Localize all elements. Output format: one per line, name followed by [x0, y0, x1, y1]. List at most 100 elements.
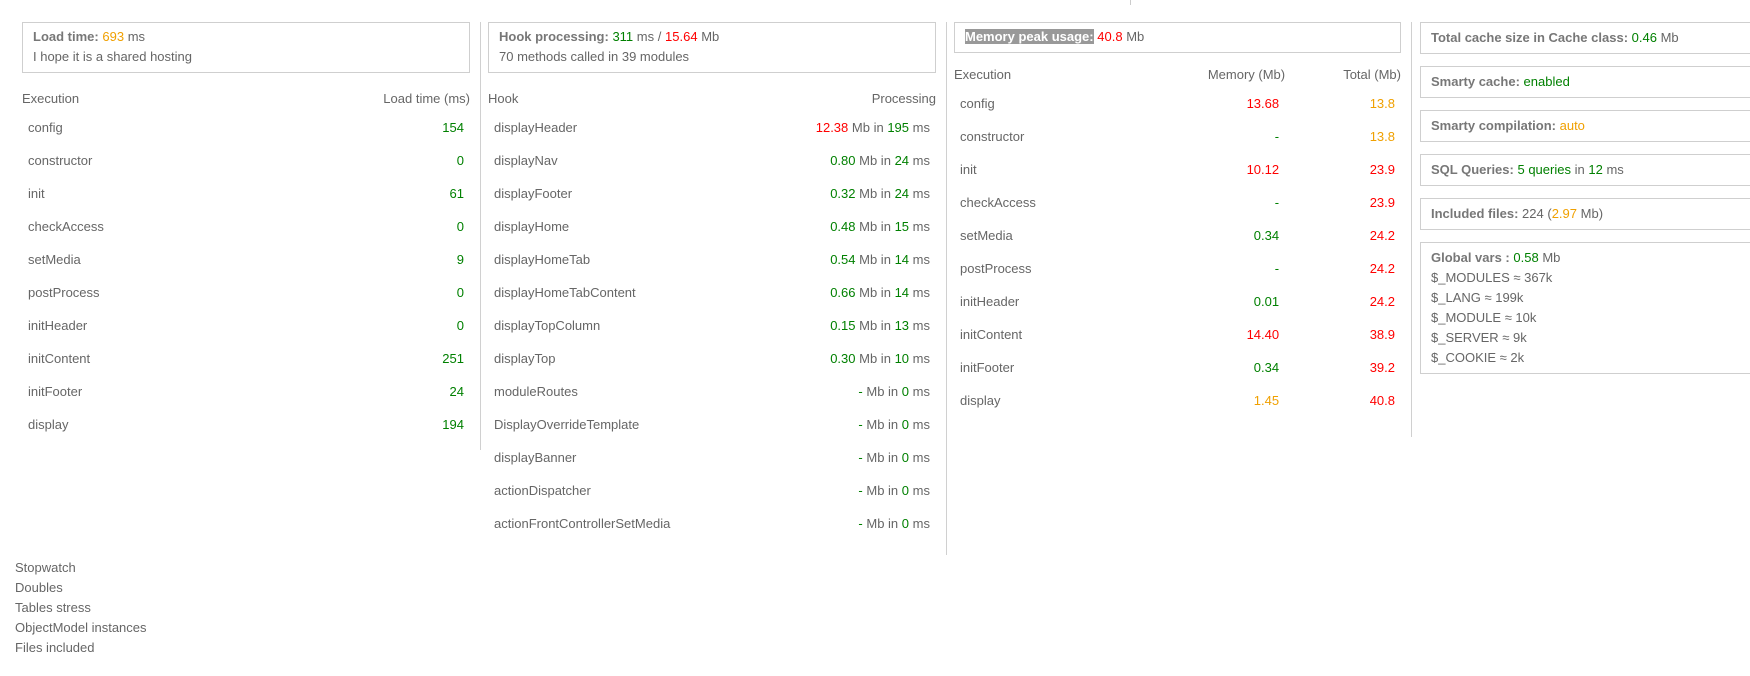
hook-time-unit: ms: [912, 120, 930, 135]
table-row: postProcess 0: [22, 276, 470, 309]
hook-time: 13: [894, 318, 910, 333]
table-row: DisplayOverrideTemplate - Mb in 0 ms: [488, 408, 936, 441]
hook-table: Hook Processing displayHeader 12.38 Mb in…: [488, 85, 936, 540]
execution-total-memory: 24.2: [1369, 261, 1395, 276]
hook-time: 195: [887, 120, 910, 135]
cache-size-unit: Mb: [1660, 30, 1679, 45]
hook-memory: -: [858, 450, 863, 465]
execution-step-name: setMedia: [960, 228, 1013, 243]
hook-time-unit: ms: [912, 219, 930, 234]
sql-queries-time: 12: [1588, 162, 1603, 177]
execution-total-memory: 40.8: [1369, 393, 1395, 408]
table-row: displayBanner - Mb in 0 ms: [488, 441, 936, 474]
table-row: init 10.12 23.9: [954, 153, 1401, 186]
smarty-cache-box: Smarty cache: enabled: [1420, 66, 1750, 98]
column-header-total: Total (Mb): [1343, 66, 1401, 82]
hook-memory: 0.32: [830, 186, 856, 201]
execution-step-name: initContent: [28, 351, 91, 366]
execution-total-memory: 39.2: [1369, 360, 1395, 375]
hook-memory: 0.15: [830, 318, 856, 333]
execution-load-time: 154: [442, 120, 464, 135]
execution-load-time: 251: [442, 351, 464, 366]
hook-time: 0: [901, 384, 910, 399]
execution-step-name: initContent: [960, 327, 1023, 342]
hook-time: 15: [894, 219, 910, 234]
execution-step-name: checkAccess: [960, 195, 1036, 210]
execution-total-memory: 23.9: [1369, 195, 1395, 210]
hook-time-unit: ms: [912, 384, 930, 399]
debug-link[interactable]: Tables stress: [15, 598, 147, 618]
table-row: displayFooter 0.32 Mb in 24 ms: [488, 177, 936, 210]
hook-memory-unit: Mb in: [859, 186, 891, 201]
included-files-label: Included files: [1431, 206, 1515, 221]
hook-memory: -: [858, 417, 863, 432]
hook-time-unit: ms: [912, 483, 930, 498]
table-row: initFooter 24: [22, 375, 470, 408]
hook-time: 24: [894, 186, 910, 201]
included-files-unit: Mb: [1580, 206, 1599, 221]
hook-memory-unit: Mb in: [851, 120, 884, 135]
debug-link[interactable]: Stopwatch: [15, 558, 147, 578]
column-divider: [946, 22, 947, 555]
execution-load-time: 9: [456, 252, 464, 267]
sql-queries-label: SQL Queries: [1431, 162, 1510, 177]
hook-processing-panel: Hook processing: 311 ms / 15.64 Mb 70 me…: [488, 22, 936, 540]
load-time-table: Execution Load time (ms) config 154 constr…: [22, 85, 470, 441]
hook-name: displayNav: [494, 153, 558, 168]
memory-peak-value: 40.8: [1097, 29, 1123, 44]
execution-memory: 0.34: [1253, 360, 1280, 375]
hook-processing: 12.38 Mb in 195 ms: [756, 111, 936, 144]
execution-step-name: setMedia: [28, 252, 81, 267]
table-row: setMedia 0.34 24.2: [954, 219, 1401, 252]
global-vars-value: 0.58: [1513, 250, 1539, 265]
execution-step-name: display: [960, 393, 1001, 408]
table-row: setMedia 9: [22, 243, 470, 276]
table-row: initContent 251: [22, 342, 470, 375]
debug-link[interactable]: Files included: [15, 638, 147, 658]
memory-panel: Memory peak usage: 40.8 Mb Execution Mem…: [954, 22, 1401, 417]
column-header-processing: Processing: [871, 90, 936, 106]
hook-time-unit: ms: [912, 516, 930, 531]
execution-total-memory: 24.2: [1369, 294, 1395, 309]
hook-time: 14: [894, 285, 910, 300]
execution-memory: 10.12: [1246, 162, 1280, 177]
hook-memory-unit: Mb in: [866, 450, 899, 465]
execution-step-name: config: [28, 120, 63, 135]
execution-step-name: initHeader: [28, 318, 88, 333]
hook-processing: 0.54 Mb in 14 ms: [756, 243, 936, 276]
debug-links: Stopwatch Doubles Tables stress ObjectModel…: [15, 558, 147, 658]
table-row: display 1.45 40.8: [954, 384, 1401, 417]
hook-time-unit: ms: [912, 450, 930, 465]
hook-name: displayHomeTabContent: [494, 285, 636, 300]
hook-name: displayFooter: [494, 186, 573, 201]
smarty-compilation-label: Smarty compilation: [1431, 118, 1552, 133]
execution-total-memory: 13.8: [1369, 129, 1395, 144]
table-row: initFooter 0.34 39.2: [954, 351, 1401, 384]
hook-memory-unit: Mb in: [859, 153, 891, 168]
global-var-item: $_MODULES ≈ 367k: [1431, 270, 1553, 285]
debug-link[interactable]: Doubles: [15, 578, 147, 598]
smarty-compilation-value: auto: [1559, 118, 1585, 133]
hook-processing: 0.30 Mb in 10 ms: [756, 342, 936, 375]
debug-link[interactable]: ObjectModel instances: [15, 618, 147, 638]
hook-time: 0: [901, 450, 910, 465]
load-time-panel: Load time: 693 ms I hope it is a shared …: [22, 22, 470, 441]
hook-memory: -: [858, 384, 863, 399]
hook-memory: 0.80: [830, 153, 856, 168]
execution-memory: 0.01: [1253, 294, 1280, 309]
smarty-compilation-box: Smarty compilation: auto: [1420, 110, 1750, 142]
hook-processing: - Mb in 0 ms: [756, 375, 936, 408]
global-var-item: $_SERVER ≈ 9k: [1431, 330, 1527, 345]
global-vars-box: Global vars : 0.58 Mb $_MODULES ≈ 367k $_…: [1420, 242, 1750, 374]
load-time-value: 693: [102, 29, 125, 44]
hook-name: displayBanner: [494, 450, 577, 465]
hook-separator: /: [657, 29, 662, 44]
table-row: displayHomeTabContent 0.66 Mb in 14 ms: [488, 276, 936, 309]
table-row: displayHome 0.48 Mb in 15 ms: [488, 210, 936, 243]
hook-name: DisplayOverrideTemplate: [494, 417, 640, 432]
hook-processing: - Mb in 0 ms: [756, 408, 936, 441]
hook-time-unit: ms: [912, 417, 930, 432]
table-row: displayTop 0.30 Mb in 10 ms: [488, 342, 936, 375]
global-vars-unit: Mb: [1542, 250, 1561, 265]
hook-memory-unit: Mb in: [859, 252, 891, 267]
